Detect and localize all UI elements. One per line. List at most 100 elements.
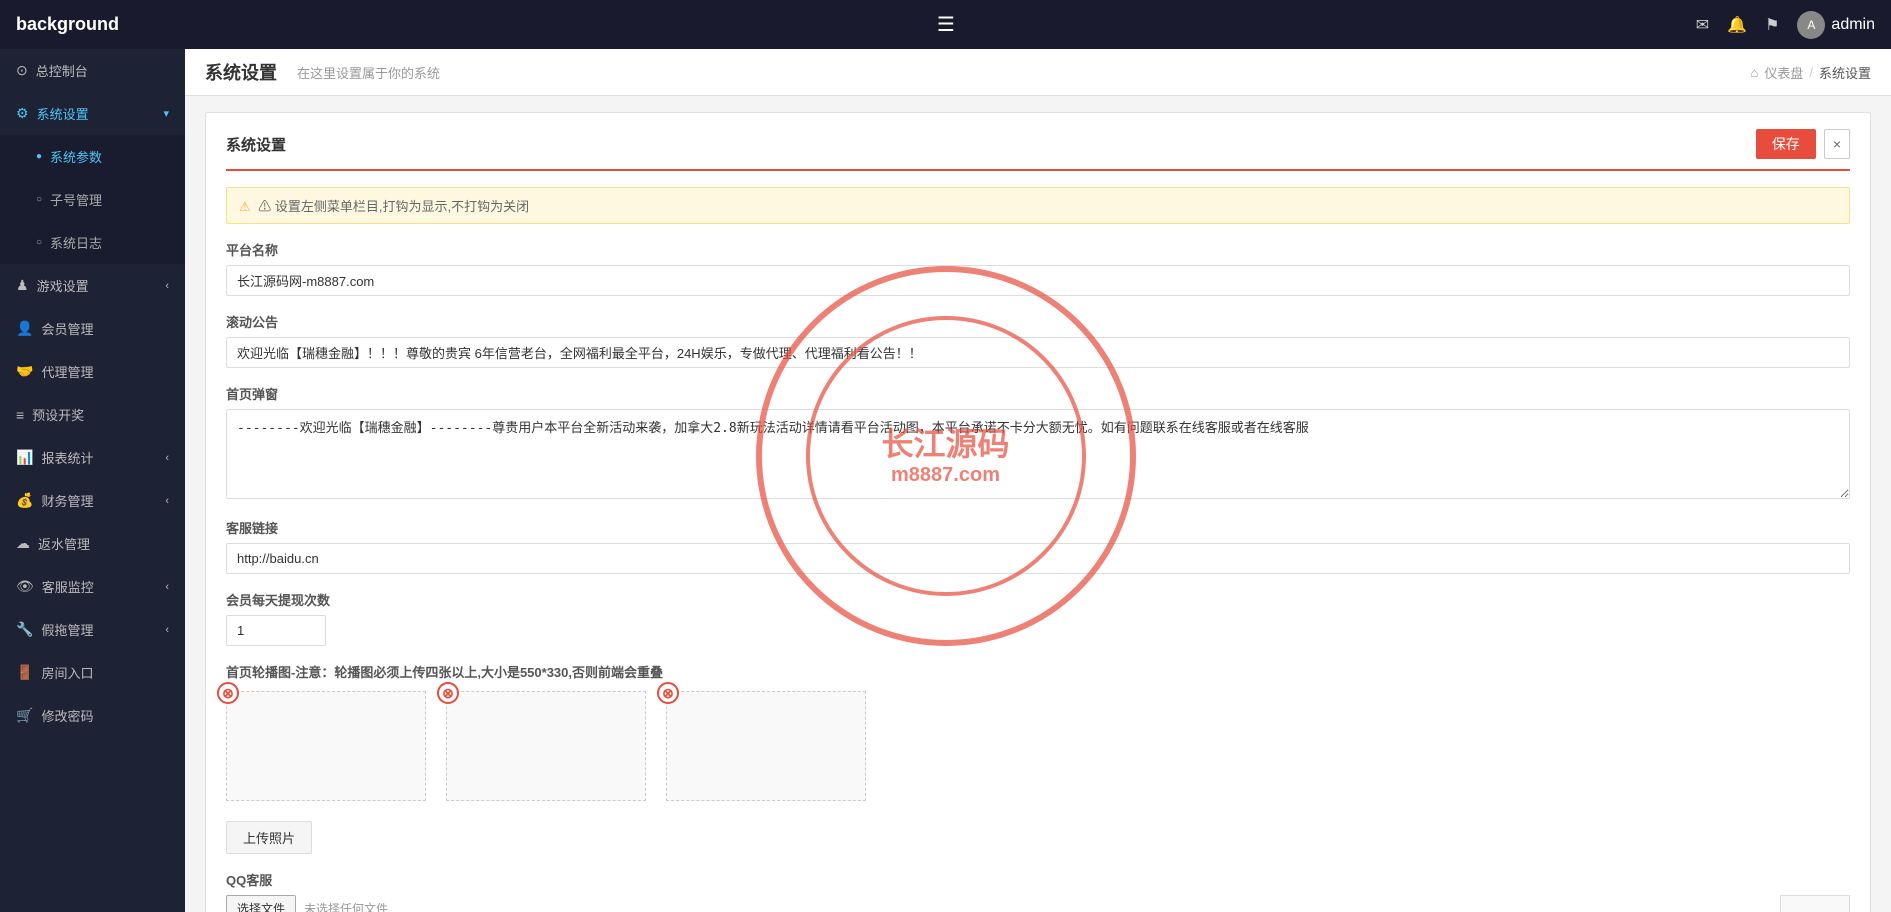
marquee-input[interactable] <box>226 337 1850 368</box>
bell-icon[interactable]: 🔔 <box>1727 15 1747 35</box>
settings-icon: ⚙ <box>16 105 29 122</box>
sidebar-item-member-mgmt[interactable]: 👤 会员管理 <box>0 307 185 350</box>
main-layout: ⊙ 总控制台 ⚙ 系统设置 ▾ 系统参数 子号管理 系统日志 ♟ 游戏设置 ‹ <box>0 49 1891 912</box>
sidebar-item-label: 假拖管理 <box>41 620 93 639</box>
sidebar-item-game-settings[interactable]: ♟ 游戏设置 ‹ <box>0 264 185 307</box>
sidebar-item-room-entry[interactable]: 🚪 房间入口 <box>0 651 185 694</box>
cs-link-input[interactable] <box>226 543 1850 574</box>
chevron-right-icon: ‹ <box>165 581 169 593</box>
flag-icon[interactable]: ⚑ <box>1765 15 1779 35</box>
form-group-banner: 首页轮播图-注意：轮播图必须上传四张以上,大小是550*330,否则前端会重叠 … <box>226 662 1850 854</box>
platform-name-input[interactable] <box>226 265 1850 296</box>
qq-service-section: QQ客服 选择文件 未选择任何文件 上传QQ客服 <box>226 870 1850 912</box>
chevron-right-icon: ‹ <box>165 495 169 507</box>
sidebar-item-label: 房间入口 <box>41 663 93 682</box>
popup-label: 首页弹窗 <box>226 384 1850 403</box>
rebate-icon: ☁ <box>16 535 30 552</box>
card-actions: 保存 × <box>1756 129 1850 159</box>
sidebar-item-label: 预设开奖 <box>32 405 84 424</box>
admin-label: admin <box>1831 16 1875 34</box>
chevron-right-icon: ‹ <box>165 624 169 636</box>
content-area: 系统设置 在这里设置属于你的系统 ⌂ 仪表盘 / 系统设置 系统设置 保存 × <box>185 49 1891 912</box>
brand-title: background <box>16 14 196 35</box>
upload-photo-button[interactable]: 上传照片 <box>226 821 312 854</box>
breadcrumb-link-dashboard[interactable]: 仪表盘 <box>1764 63 1803 82</box>
close-card-button[interactable]: × <box>1824 129 1850 159</box>
banner-label: 首页轮播图-注意：轮播图必须上传四张以上,大小是550*330,否则前端会重叠 <box>226 662 1850 681</box>
sidebar-item-cs-monitor[interactable]: 👁 客服监控 ‹ <box>0 565 185 608</box>
admin-menu[interactable]: A admin <box>1797 11 1875 39</box>
form-group-cs-link: 客服链接 <box>226 518 1850 574</box>
banner-images: ⊗ ⊗ ⊗ <box>226 691 1850 801</box>
banner-remove-2[interactable]: ⊗ <box>437 682 459 704</box>
game-icon: ♟ <box>16 277 29 294</box>
platform-name-label: 平台名称 <box>226 240 1850 259</box>
qq-choose-file-button[interactable]: 选择文件 <box>226 895 296 912</box>
sidebar-item-system-log[interactable]: 系统日志 <box>0 221 185 264</box>
breadcrumb-current: 系统设置 <box>1819 63 1871 82</box>
sidebar-item-pre-open[interactable]: ≡ 预设开奖 <box>0 393 185 436</box>
agent-icon: 🤝 <box>16 363 33 380</box>
finance-icon: 💰 <box>16 492 33 509</box>
sidebar-item-label: 返水管理 <box>38 534 90 553</box>
topnav-right: ✉ 🔔 ⚑ A admin <box>1696 11 1875 39</box>
room-icon: 🚪 <box>16 664 33 681</box>
qq-service-label: QQ客服 <box>226 870 1850 889</box>
sidebar-item-label: 客服监控 <box>42 577 94 596</box>
form-group-platform-name: 平台名称 <box>226 240 1850 296</box>
pwd-icon: 🛒 <box>16 707 33 724</box>
qq-service-row: 选择文件 未选择任何文件 上传QQ客服 <box>226 895 1850 912</box>
card-title: 系统设置 <box>226 134 286 155</box>
breadcrumb-bar: 系统设置 在这里设置属于你的系统 ⌂ 仪表盘 / 系统设置 <box>185 49 1891 96</box>
sidebar-item-rebate-mgmt[interactable]: ☁ 返水管理 <box>0 522 185 565</box>
sidebar-item-fake-mgmt[interactable]: 🔧 假拖管理 ‹ <box>0 608 185 651</box>
sidebar-item-agent-mgmt[interactable]: 🤝 代理管理 <box>0 350 185 393</box>
qq-service-preview <box>1780 895 1850 912</box>
submenu-label: 子号管理 <box>50 190 102 209</box>
sidebar-item-change-pwd[interactable]: 🛒 修改密码 <box>0 694 185 737</box>
chevron-right-icon: ‹ <box>165 452 169 464</box>
banner-img-3: ⊗ <box>666 691 866 801</box>
email-icon[interactable]: ✉ <box>1696 15 1709 35</box>
sidebar-item-label: 代理管理 <box>41 362 93 381</box>
banner-img-2: ⊗ <box>446 691 646 801</box>
qq-no-file-label: 未选择任何文件 <box>304 900 388 912</box>
submenu-label: 系统参数 <box>50 147 102 166</box>
sidebar-item-dashboard[interactable]: ⊙ 总控制台 <box>0 49 185 92</box>
warning-icon: ⚠ <box>239 199 251 214</box>
submenu-label: 系统日志 <box>50 233 102 252</box>
sidebar-submenu-system: 系统参数 子号管理 系统日志 <box>0 135 185 264</box>
card-header: 系统设置 保存 × <box>226 129 1850 171</box>
sidebar-item-label: 修改密码 <box>41 706 93 725</box>
save-button[interactable]: 保存 <box>1756 129 1816 159</box>
dashboard-icon: ⊙ <box>16 62 28 79</box>
sidebar-item-sub-account[interactable]: 子号管理 <box>0 178 185 221</box>
banner-remove-1[interactable]: ⊗ <box>217 682 239 704</box>
sidebar-item-finance-mgmt[interactable]: 💰 财务管理 ‹ <box>0 479 185 522</box>
settings-card: 系统设置 保存 × ⚠ ⚠ 设置左侧菜单栏目,打钩为显示,不打钩为关闭 平台名称 <box>205 112 1871 912</box>
hamburger-icon[interactable]: ☰ <box>937 12 955 37</box>
daily-withdraw-input[interactable] <box>226 615 326 646</box>
breadcrumb-subtitle: 在这里设置属于你的系统 <box>297 63 440 82</box>
sidebar-item-label: 会员管理 <box>41 319 93 338</box>
warning-text: ⚠ 设置左侧菜单栏目,打钩为显示,不打钩为关闭 <box>258 199 529 214</box>
avatar: A <box>1797 11 1825 39</box>
form-group-popup: 首页弹窗 <box>226 384 1850 502</box>
report-icon: 📊 <box>16 449 33 466</box>
popup-textarea[interactable] <box>226 409 1850 499</box>
cs-link-label: 客服链接 <box>226 518 1850 537</box>
form-group-marquee: 滚动公告 <box>226 312 1850 368</box>
sidebar-item-system-params[interactable]: 系统参数 <box>0 135 185 178</box>
page-title: 系统设置 <box>205 59 277 85</box>
qq-file-input-row: 选择文件 未选择任何文件 <box>226 895 1760 912</box>
preopen-icon: ≡ <box>16 407 24 423</box>
sidebar-item-system-settings[interactable]: ⚙ 系统设置 ▾ <box>0 92 185 135</box>
top-nav: background ☰ ✉ 🔔 ⚑ A admin <box>0 0 1891 49</box>
banner-img-1: ⊗ <box>226 691 426 801</box>
marquee-label: 滚动公告 <box>226 312 1850 331</box>
sidebar-item-report-stats[interactable]: 📊 报表统计 ‹ <box>0 436 185 479</box>
sidebar-item-label: 游戏设置 <box>37 276 89 295</box>
banner-remove-3[interactable]: ⊗ <box>657 682 679 704</box>
chevron-down-icon: ▾ <box>163 107 169 120</box>
cs-icon: 👁 <box>16 578 34 595</box>
